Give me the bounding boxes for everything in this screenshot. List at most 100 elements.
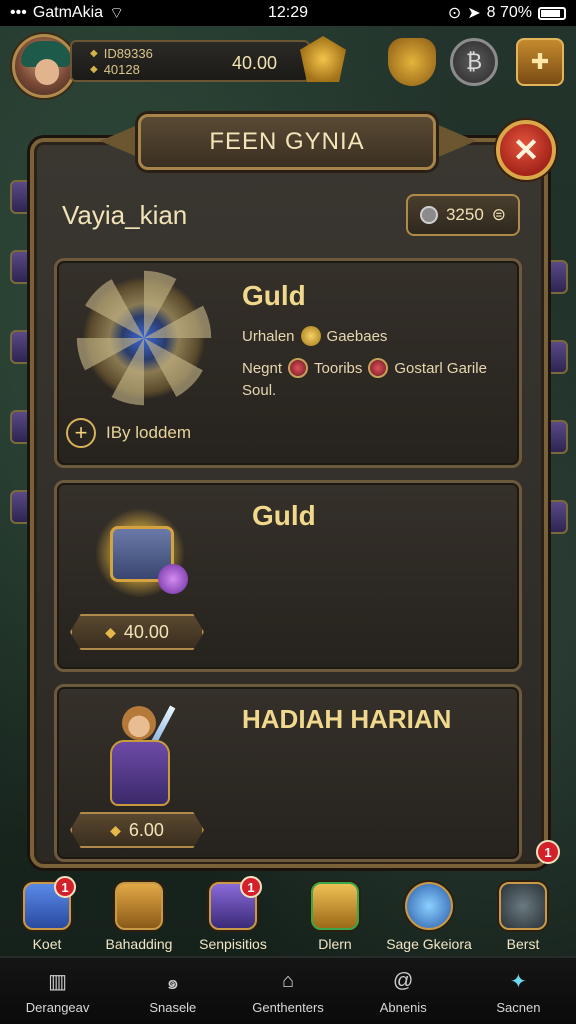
- nav-label: Sacnen: [496, 999, 541, 1015]
- section-title: Vayia_kian: [62, 200, 188, 230]
- diamond-icon: ◆: [105, 623, 116, 640]
- stat-row: Urhalen Gaebaes: [242, 326, 387, 346]
- notification-badge: 1: [240, 876, 262, 898]
- quick-item-label: Koet: [32, 936, 62, 952]
- crystal-icon: [405, 882, 453, 930]
- side-tab-left[interactable]: [10, 410, 32, 444]
- card-title: HADIAH HARIAN: [242, 704, 452, 734]
- card-title: Guld: [252, 500, 316, 531]
- quick-item-label: Berst: [506, 936, 540, 952]
- price-value: 6.00: [128, 819, 164, 840]
- house-icon: ⌂: [281, 970, 295, 992]
- plus-icon: +: [66, 418, 96, 448]
- buy-label: IBy loddem: [106, 423, 192, 442]
- orientation-lock-icon: ⊙: [447, 5, 462, 22]
- treasure-chest-icon: [80, 498, 200, 608]
- ruby-icon: [368, 358, 389, 378]
- avatar-face: [35, 59, 59, 85]
- coin-button[interactable]: ₿: [450, 38, 498, 86]
- quick-item-label: Dlern: [318, 936, 352, 952]
- currency-value: 3250: [445, 205, 484, 224]
- status-bar: ••• GatmAkia ⌔ 12:29 ⊙ ➤ 8 70%: [0, 0, 576, 26]
- side-tab-right[interactable]: [546, 420, 568, 454]
- at-icon: @: [393, 970, 414, 992]
- close-button[interactable]: ✕: [496, 120, 556, 180]
- notification-badge: 1: [536, 840, 560, 864]
- card-title: Guld: [242, 280, 306, 311]
- ruby-icon: [288, 358, 309, 378]
- main-resource-value: 40.00: [232, 53, 278, 73]
- hero-armor: [110, 740, 170, 806]
- coin-icon: [419, 206, 438, 224]
- coin-icon: ₿: [465, 49, 483, 74]
- side-tab-left[interactable]: [10, 180, 32, 214]
- stat-extra: Soul.: [242, 382, 277, 399]
- stat-mid: Tooribs: [314, 359, 363, 377]
- side-tab-right[interactable]: [546, 260, 568, 294]
- stat-value: Gaebaes: [326, 327, 388, 345]
- nav-item-snasele[interactable]: ๑ Snasele: [115, 958, 230, 1024]
- quick-item-bahadding[interactable]: Bahadding: [94, 882, 184, 952]
- price-button[interactable]: ◆ 40.00: [70, 614, 204, 650]
- stat-label: Negnt: [242, 359, 283, 377]
- quick-item-berst[interactable]: Berst: [478, 882, 568, 952]
- currency-symbol-icon: ⊜: [491, 205, 507, 224]
- side-tab-left[interactable]: [10, 330, 32, 364]
- price-value: 40.00: [123, 621, 169, 642]
- gold-coin-icon: [300, 326, 321, 346]
- plus-icon: ✚: [530, 49, 550, 74]
- quick-item-label: Bahadding: [105, 936, 173, 952]
- player-id: ID89336: [103, 46, 153, 61]
- bird-icon: ✦: [510, 971, 527, 993]
- nav-item-derangeav[interactable]: ▥ Derangeav: [0, 958, 115, 1024]
- shield-icon[interactable]: [388, 38, 436, 86]
- nav-label: Snasele: [149, 999, 197, 1015]
- side-tab-right[interactable]: [546, 500, 568, 534]
- nav-label: Genthenters: [252, 999, 324, 1015]
- currency-display[interactable]: 3250 ⊜: [406, 194, 520, 236]
- battery-icon: [538, 6, 566, 20]
- location-icon: ➤: [467, 5, 481, 22]
- gear-icon: [499, 882, 547, 930]
- nav-label: Derangeav: [25, 999, 90, 1015]
- diamond-icon: ◆: [110, 821, 121, 838]
- quick-item-sage-gkeiora[interactable]: Sage Gkeiora: [384, 882, 474, 952]
- quick-item-koet[interactable]: 1 Koet: [2, 876, 92, 952]
- side-tab-left[interactable]: [10, 490, 32, 524]
- stat-value: Gostarl Garile: [394, 359, 487, 377]
- chest-icon: [311, 882, 359, 930]
- magic-orb: [158, 564, 188, 594]
- quick-item-label: Senpisitios: [199, 936, 267, 952]
- nav-item-abnenis[interactable]: @ Abnenis: [346, 958, 461, 1024]
- stat-label: Urhalen: [242, 327, 295, 345]
- nav-item-sacnen[interactable]: ✦ Sacnen: [461, 958, 576, 1024]
- nav-item-genthenters[interactable]: ⌂ Genthenters: [230, 958, 345, 1024]
- hero-portrait: [90, 700, 190, 820]
- hero-head: [122, 706, 156, 740]
- side-tab-right[interactable]: [546, 340, 568, 374]
- price-button[interactable]: ◆ 6.00: [70, 812, 204, 848]
- diamond-icon: ◆: [90, 48, 98, 59]
- player-resource-panel[interactable]: ◆ ID89336 ◆ 40128 40.00: [70, 40, 310, 82]
- close-icon: ✕: [512, 132, 540, 168]
- player-score: 40128: [103, 62, 140, 77]
- player-avatar[interactable]: [12, 34, 76, 98]
- quick-item-label: Sage Gkeiora: [386, 936, 472, 952]
- compass-artifact-icon: [74, 268, 214, 408]
- diamond-icon: ◆: [90, 64, 98, 75]
- castle-icon: ▥: [48, 971, 68, 993]
- stat-row: Negnt Tooribs Gostarl Garile: [242, 358, 487, 378]
- modal-title: FEEN GYNIA: [138, 114, 436, 170]
- top-hud: ◆ ID89336 ◆ 40128 40.00 ₿ ✚: [0, 30, 576, 110]
- add-button[interactable]: ✚: [516, 38, 564, 86]
- carrier-name: GatmAkia: [32, 4, 104, 21]
- wifi-icon: ⌔: [109, 5, 125, 22]
- battery-percent: 8 70%: [486, 4, 532, 21]
- quick-item-senpisitios[interactable]: 1 Senpisitios: [188, 876, 278, 952]
- buy-button[interactable]: + IBy loddem: [66, 418, 191, 448]
- clock: 12:29: [267, 4, 309, 21]
- nav-label: Abnenis: [379, 999, 427, 1015]
- side-tab-left[interactable]: [10, 250, 32, 284]
- quick-item-dlern[interactable]: Dlern: [290, 882, 380, 952]
- notification-badge: 1: [54, 876, 76, 898]
